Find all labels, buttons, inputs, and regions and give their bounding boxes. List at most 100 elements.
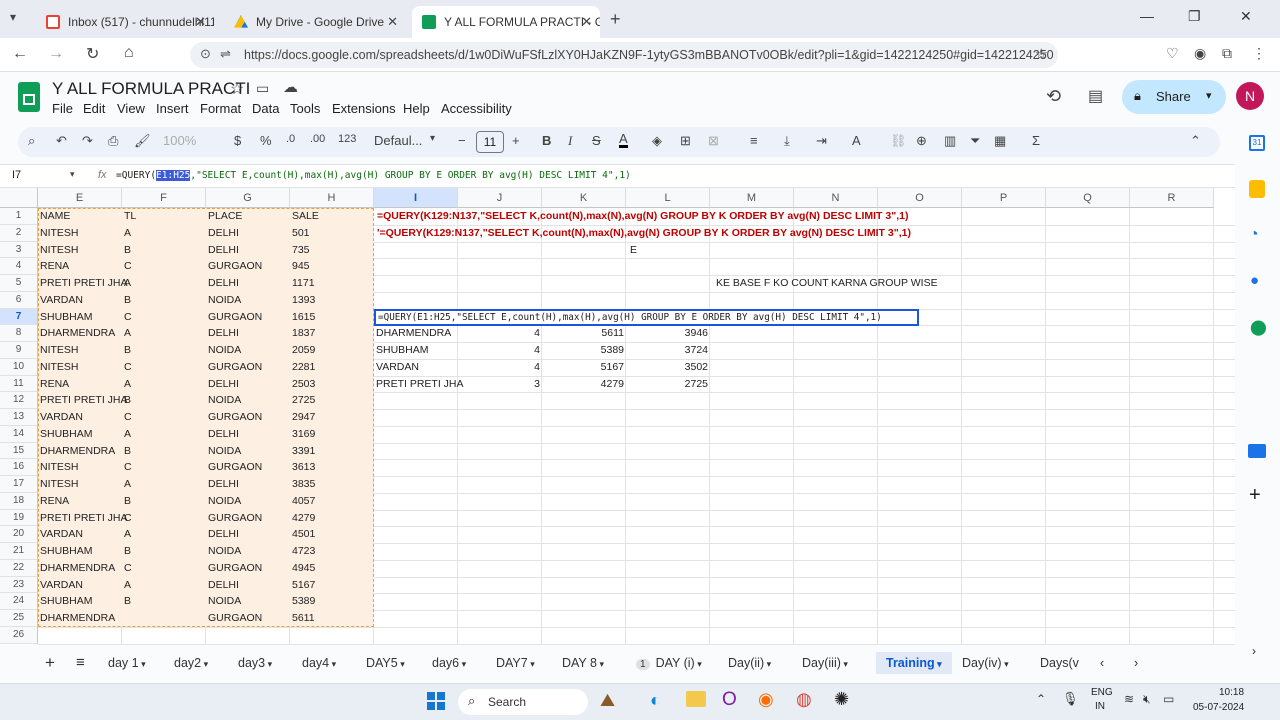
column-header-i[interactable]: I <box>374 188 458 208</box>
opera-icon[interactable]: O <box>722 689 737 711</box>
row-header-16[interactable]: 16 <box>0 459 38 476</box>
table-cell[interactable]: DHARMENDRA <box>38 325 122 342</box>
tasks-icon[interactable]: ◔ <box>1249 226 1259 244</box>
formula-text-cell[interactable]: =QUERY(K129:N137,"SELECT K,count(N),max(… <box>375 208 910 225</box>
menu-file[interactable]: File <box>52 101 73 116</box>
row-header-11[interactable]: 11 <box>0 375 38 393</box>
table-cell[interactable]: C <box>122 359 206 376</box>
column-header-m[interactable]: M <box>710 188 794 208</box>
italic-icon[interactable]: I <box>568 133 572 149</box>
menu-insert[interactable]: Insert <box>156 101 189 116</box>
table-cell[interactable]: SHUBHAM <box>38 593 122 610</box>
volume-icon[interactable]: 🔇︎ <box>1143 692 1151 707</box>
table-cell[interactable]: 2947 <box>290 409 374 426</box>
table-cell[interactable]: DELHI <box>206 476 290 493</box>
result-cell[interactable]: 4 <box>458 359 542 376</box>
table-cell[interactable]: 1837 <box>290 325 374 342</box>
row-header-4[interactable]: 4 <box>0 258 38 275</box>
text-wrap-icon[interactable]: ⇥ <box>816 133 827 149</box>
select-all-corner[interactable] <box>0 188 38 208</box>
result-cell[interactable]: 4279 <box>542 376 626 393</box>
table-cell[interactable]: NITESH <box>38 225 122 242</box>
browser-tab-sheets[interactable]: Y ALL FORMULA PRACTI - Goo ✕ <box>412 6 600 38</box>
table-cell[interactable]: VARDAN <box>38 577 122 594</box>
chevron-down-icon[interactable]: ▾ <box>528 659 535 669</box>
table-cell[interactable]: A <box>122 476 206 493</box>
row-header-5[interactable]: 5 <box>0 275 38 292</box>
table-cell[interactable]: 3391 <box>290 443 374 460</box>
table-cell[interactable]: 4723 <box>290 543 374 560</box>
active-cell-editor[interactable]: =QUERY(E1:H25,"SELECT E,count(H),max(H),… <box>374 309 919 326</box>
fill-color-icon[interactable]: ◈ <box>652 133 662 149</box>
contacts-icon[interactable]: ● <box>1250 272 1259 289</box>
table-cell[interactable]: B <box>122 543 206 560</box>
result-cell[interactable]: 4 <box>458 342 542 359</box>
font-size-decrease-icon[interactable]: − <box>458 133 466 148</box>
windows-start-icon[interactable] <box>427 692 445 710</box>
decrease-decimal-button[interactable]: .0 <box>286 133 295 145</box>
column-header-e[interactable]: E <box>38 188 122 208</box>
restore-icon[interactable]: ❐ <box>1188 8 1201 25</box>
sheet-tab[interactable]: DAY7 ▾ <box>496 656 535 670</box>
vertical-align-icon[interactable]: ⤓ <box>784 133 790 149</box>
undo-icon[interactable]: ↶ <box>56 133 67 149</box>
table-cell[interactable]: DHARMENDRA <box>38 443 122 460</box>
row-header-22[interactable]: 22 <box>0 559 38 577</box>
menu-tools[interactable]: Tools <box>290 101 320 116</box>
extensions-icon[interactable]: ⧉ <box>1222 45 1232 62</box>
table-cell[interactable]: NITESH <box>38 476 122 493</box>
microphone-icon[interactable]: 🎙︎ <box>1062 691 1079 707</box>
share-dropdown-icon[interactable]: ▾ <box>1206 89 1212 102</box>
result-cell[interactable]: DHARMENDRA <box>374 325 458 342</box>
table-cell[interactable]: A <box>122 325 206 342</box>
sheet-tab[interactable]: Day(iii) ▾ <box>802 656 848 670</box>
table-cell[interactable]: PRETI PRETI JHA <box>38 510 128 527</box>
currency-button[interactable]: $ <box>234 133 241 148</box>
table-cell[interactable]: PLACE <box>206 208 290 225</box>
table-cell[interactable]: C <box>122 560 206 577</box>
table-cell[interactable]: NOIDA <box>206 292 290 309</box>
name-box-dropdown-icon[interactable]: ▾ <box>70 169 75 180</box>
result-cell[interactable]: 3946 <box>626 325 710 342</box>
row-header-10[interactable]: 10 <box>0 358 38 376</box>
result-cell[interactable]: VARDAN <box>374 359 458 376</box>
column-header-q[interactable]: Q <box>1046 188 1130 208</box>
chevron-down-icon[interactable]: ▾ <box>201 659 209 669</box>
table-cell[interactable]: RENA <box>38 493 122 510</box>
table-cell[interactable]: 4501 <box>290 526 374 543</box>
table-cell[interactable]: DELHI <box>206 242 290 259</box>
star-icon[interactable]: ☆ <box>230 79 244 99</box>
table-cell[interactable]: 735 <box>290 242 374 259</box>
table-cell[interactable]: GURGAON <box>206 409 290 426</box>
table-cell[interactable]: 1615 <box>290 309 374 326</box>
table-cell[interactable]: 4945 <box>290 560 374 577</box>
chevron-down-icon[interactable]: ▾ <box>841 659 848 669</box>
row-header-6[interactable]: 6 <box>0 291 38 309</box>
menu-data[interactable]: Data <box>252 101 279 116</box>
sheet-tab[interactable]: day4 ▾ <box>302 656 336 670</box>
table-cell[interactable]: 2725 <box>290 392 374 409</box>
table-cell[interactable]: B <box>122 443 206 460</box>
get-addons-icon[interactable]: + <box>1249 484 1261 507</box>
table-cell[interactable]: RENA <box>38 376 122 393</box>
table-cell[interactable]: 3169 <box>290 426 374 443</box>
filter-icon[interactable]: ⏷ <box>970 133 980 149</box>
column-header-j[interactable]: J <box>458 188 542 208</box>
row-header-14[interactable]: 14 <box>0 425 38 443</box>
tune-icon[interactable]: ⇌ <box>220 46 231 62</box>
text-color-icon[interactable]: A <box>619 132 628 148</box>
row-header-26[interactable]: 26 <box>0 626 38 644</box>
menu-format[interactable]: Format <box>200 101 241 116</box>
reload-icon[interactable]: ↻ <box>86 44 99 64</box>
sheets-logo-icon[interactable] <box>18 82 40 112</box>
search-menus-icon[interactable]: ⌕ <box>28 133 35 149</box>
chevron-down-icon[interactable]: ▾ <box>329 659 337 669</box>
table-cell[interactable]: A <box>122 426 206 443</box>
table-cell[interactable]: GURGAON <box>206 359 290 376</box>
chevron-down-icon[interactable]: ▾ <box>430 133 435 144</box>
table-cell[interactable]: GURGAON <box>206 309 290 326</box>
row-header-20[interactable]: 20 <box>0 526 38 543</box>
chevron-down-icon[interactable]: ▾ <box>764 659 772 669</box>
table-cell[interactable]: DELHI <box>206 275 290 292</box>
font-select[interactable]: Defaul... <box>374 133 422 148</box>
